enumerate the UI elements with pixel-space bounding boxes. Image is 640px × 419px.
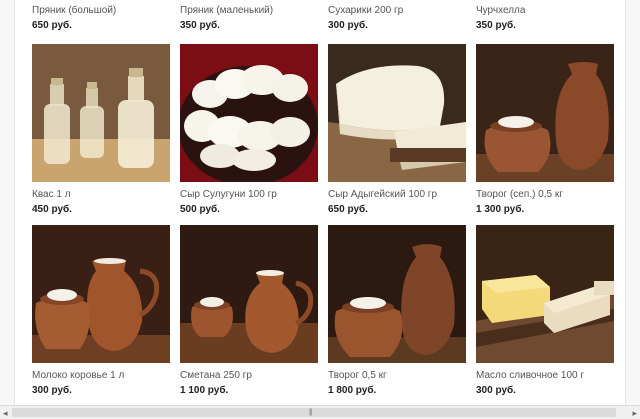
- product-price: 450 руб.: [32, 204, 72, 215]
- product-price: 300 руб.: [328, 20, 368, 31]
- product-price: 350 руб.: [180, 20, 220, 31]
- scroll-left-arrow-icon[interactable]: ◂: [3, 407, 8, 419]
- product-name[interactable]: Масло сливочное 100 г: [476, 370, 614, 382]
- suluguni-cheese-image[interactable]: [180, 44, 318, 182]
- product-price: 650 руб.: [328, 204, 368, 215]
- product-name[interactable]: Творог 0,5 кг: [328, 370, 466, 382]
- product-grid: Пряник (большой) 650 руб. Пряник (малень…: [32, 0, 616, 405]
- left-page-margin: [0, 0, 15, 405]
- product-name[interactable]: Пряник (маленький): [180, 5, 318, 17]
- product-price: 1 800 руб.: [328, 385, 377, 396]
- horizontal-scrollbar[interactable]: ◂ ||| ▸: [0, 405, 640, 419]
- product-card[interactable]: Творог 0,5 кг 1 800 руб.: [328, 225, 466, 397]
- right-page-margin: [625, 0, 640, 405]
- product-price: 500 руб.: [180, 204, 220, 215]
- product-name[interactable]: Сухарики 200 гр: [328, 5, 466, 17]
- sour-cream-jug-image[interactable]: [180, 225, 318, 363]
- scrollbar-grip: |||: [309, 409, 313, 416]
- butter-image[interactable]: [476, 225, 614, 363]
- product-card[interactable]: Сухарики 200 гр 300 руб.: [328, 5, 466, 32]
- product-name[interactable]: Творог (сеп.) 0,5 кг: [476, 189, 614, 201]
- product-price: 300 руб.: [476, 385, 516, 396]
- product-name[interactable]: Сыр Адыгейский 100 гр: [328, 189, 466, 201]
- milk-jug-image[interactable]: [32, 225, 170, 363]
- product-price: 1 300 руб.: [476, 204, 525, 215]
- product-name[interactable]: Пряник (большой): [32, 5, 170, 17]
- product-card[interactable]: Пряник (большой) 650 руб.: [32, 5, 170, 32]
- cottage-cheese-jars-image[interactable]: [328, 225, 466, 363]
- product-card[interactable]: Чурчхелла 350 руб.: [476, 5, 614, 32]
- product-name[interactable]: Чурчхелла: [476, 5, 614, 17]
- product-card[interactable]: Сыр Сулугуни 100 гр 500 руб.: [180, 44, 318, 216]
- product-price: 1 100 руб.: [180, 385, 229, 396]
- product-price: 650 руб.: [32, 20, 72, 31]
- product-card[interactable]: Молоко коровье 1 л 300 руб.: [32, 225, 170, 397]
- scrollbar-thumb[interactable]: |||: [12, 408, 616, 417]
- product-card[interactable]: Сыр Адыгейский 100 гр 650 руб.: [328, 44, 466, 216]
- product-name[interactable]: Молоко коровье 1 л: [32, 370, 170, 382]
- product-card[interactable]: Квас 1 л 450 руб.: [32, 44, 170, 216]
- product-name[interactable]: Сметана 250 гр: [180, 370, 318, 382]
- scroll-right-arrow-icon[interactable]: ▸: [632, 407, 637, 419]
- product-price: 350 руб.: [476, 20, 516, 31]
- product-name[interactable]: Квас 1 л: [32, 189, 170, 201]
- product-card[interactable]: Творог (сеп.) 0,5 кг 1 300 руб.: [476, 44, 614, 216]
- adyghe-cheese-image[interactable]: [328, 44, 466, 182]
- product-name[interactable]: Сыр Сулугуни 100 гр: [180, 189, 318, 201]
- cottage-cheese-pots-image[interactable]: [476, 44, 614, 182]
- product-card[interactable]: Пряник (маленький) 350 руб.: [180, 5, 318, 32]
- kvass-bottles-image[interactable]: [32, 44, 170, 182]
- product-card[interactable]: Масло сливочное 100 г 300 руб.: [476, 225, 614, 397]
- product-price: 300 руб.: [32, 385, 72, 396]
- product-card[interactable]: Сметана 250 гр 1 100 руб.: [180, 225, 318, 397]
